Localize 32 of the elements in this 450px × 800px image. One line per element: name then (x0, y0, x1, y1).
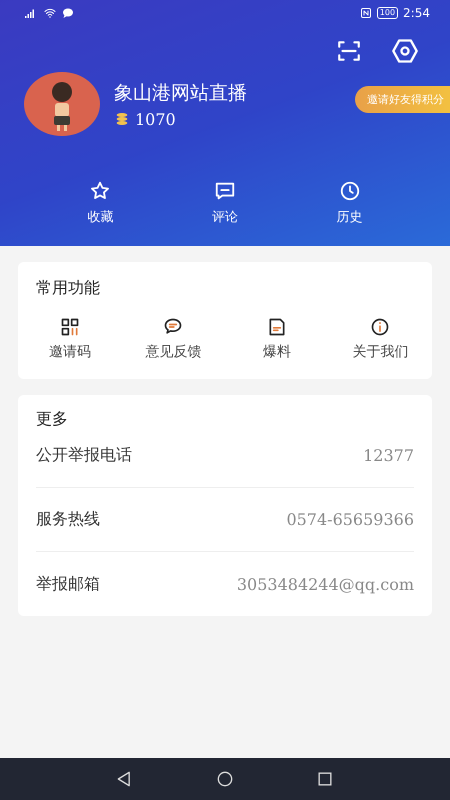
comment-icon (214, 180, 236, 202)
row-value: 3053484244@qq.com (236, 574, 414, 594)
coins-icon (114, 111, 130, 127)
user-name: 象山港网站直播 (114, 80, 248, 106)
note-icon (266, 317, 287, 337)
section-title: 常用功能 (35, 277, 101, 299)
settings-icon (391, 37, 419, 65)
function-item[interactable]: 关于我们 (328, 317, 432, 361)
section-title: 更多 (35, 408, 69, 430)
clock-icon (338, 180, 361, 202)
message-icon (62, 7, 74, 19)
row-value: 0574-65659366 (286, 510, 414, 529)
grid-icon (60, 317, 80, 337)
home-icon (215, 769, 235, 789)
quick-tab[interactable]: 评论 (194, 180, 255, 226)
wifi-icon (43, 7, 57, 19)
row-label: 举报邮箱 (36, 574, 100, 594)
row-value: 12377 (363, 446, 414, 465)
row-label: 公开举报电话 (36, 445, 132, 466)
function-item[interactable]: 爆料 (225, 317, 328, 361)
star-icon (89, 180, 112, 202)
row-label: 服务热线 (36, 509, 100, 530)
info-icon (370, 317, 390, 337)
function-item[interactable]: 意见反馈 (122, 317, 225, 361)
nfc-icon (360, 7, 372, 19)
battery-indicator: 100 (376, 7, 398, 19)
avatar[interactable] (24, 72, 100, 136)
status-time: 2:54 (403, 6, 430, 20)
function-item[interactable]: 邀请码 (18, 317, 122, 361)
points-value: 1070 (135, 110, 176, 128)
quick-tab[interactable]: 收藏 (70, 180, 130, 226)
quick-tab[interactable]: 历史 (320, 180, 380, 226)
